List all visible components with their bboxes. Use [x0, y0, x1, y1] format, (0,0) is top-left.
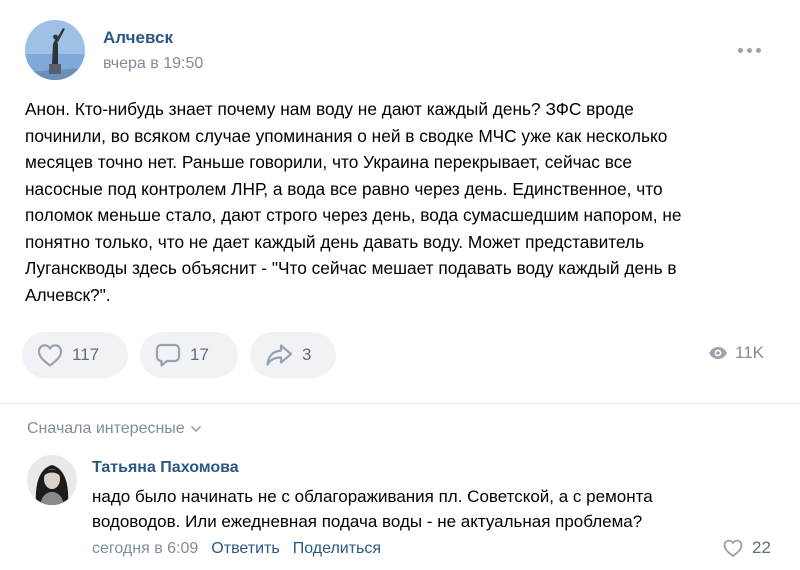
divider: [0, 403, 800, 404]
comments-sort-dropdown[interactable]: Сначала интересные: [27, 420, 202, 438]
comment-like-count: 22: [752, 538, 771, 557]
comment-count: 17: [190, 345, 209, 364]
share-count: 3: [302, 345, 312, 364]
like-button[interactable]: 117: [22, 332, 128, 378]
sort-label: Сначала интересные: [27, 420, 185, 437]
post-text-line: Анон. Кто-нибудь знает почему нам воду н…: [25, 99, 634, 119]
share-comment-link[interactable]: Поделиться: [293, 540, 381, 558]
comment-button[interactable]: 17: [140, 332, 238, 378]
post-text-line: понятно только, что не дает каждый день …: [25, 231, 645, 252]
comment-text-line: надо было начинать не с облагораживания …: [92, 487, 653, 506]
post-text-line: починили, во всяком случае упоминания о …: [25, 125, 668, 146]
comment-bubble-icon: [155, 343, 181, 367]
share-button[interactable]: 3: [250, 332, 336, 378]
comment-text: надо было начинать не с облагораживания …: [92, 484, 772, 534]
post-text-line: Луганскводы здесь объяснит - "Что сейчас…: [25, 258, 677, 278]
heart-outline-icon: [723, 539, 743, 557]
post-text-line: Алчевск?".: [25, 284, 111, 305]
post-text-line: насосные под контролем ЛНР, а вода все р…: [25, 178, 663, 199]
views-count: 11K: [735, 343, 764, 362]
share-arrow-icon: [266, 344, 293, 366]
more-horizontal-icon[interactable]: [738, 42, 766, 58]
post-card: Алчевск вчера в 19:50 Анон. Кто-нибудь з…: [0, 0, 800, 570]
post-text: Анон. Кто-нибудь знает почему нам воду н…: [25, 96, 785, 308]
post-text-line: поломок меньше стало, дают строго через …: [25, 205, 682, 225]
group-name[interactable]: Алчевск: [103, 28, 173, 48]
comment-timestamp[interactable]: сегодня в 6:09: [92, 540, 198, 558]
comment-author-name[interactable]: Татьяна Пахомова: [92, 459, 239, 477]
post-text-line: месяцев точно нет. Раньше говорили, что …: [25, 152, 632, 172]
eye-icon: [709, 347, 727, 359]
comment-author-avatar[interactable]: [27, 455, 77, 505]
comment-text-line: водоводов. Или ежедневная подача воды - …: [92, 512, 643, 531]
heart-outline-icon: [37, 344, 63, 367]
views-counter: 11K: [708, 343, 764, 363]
like-count: 117: [72, 345, 100, 364]
reply-link[interactable]: Ответить: [211, 540, 279, 558]
comment-meta: сегодня в 6:09 Ответить Поделиться: [92, 540, 381, 558]
post-timestamp[interactable]: вчера в 19:50: [103, 55, 203, 73]
chevron-down-icon: [190, 426, 201, 432]
comment-like-button[interactable]: 22: [722, 538, 771, 558]
group-avatar[interactable]: [25, 20, 85, 80]
